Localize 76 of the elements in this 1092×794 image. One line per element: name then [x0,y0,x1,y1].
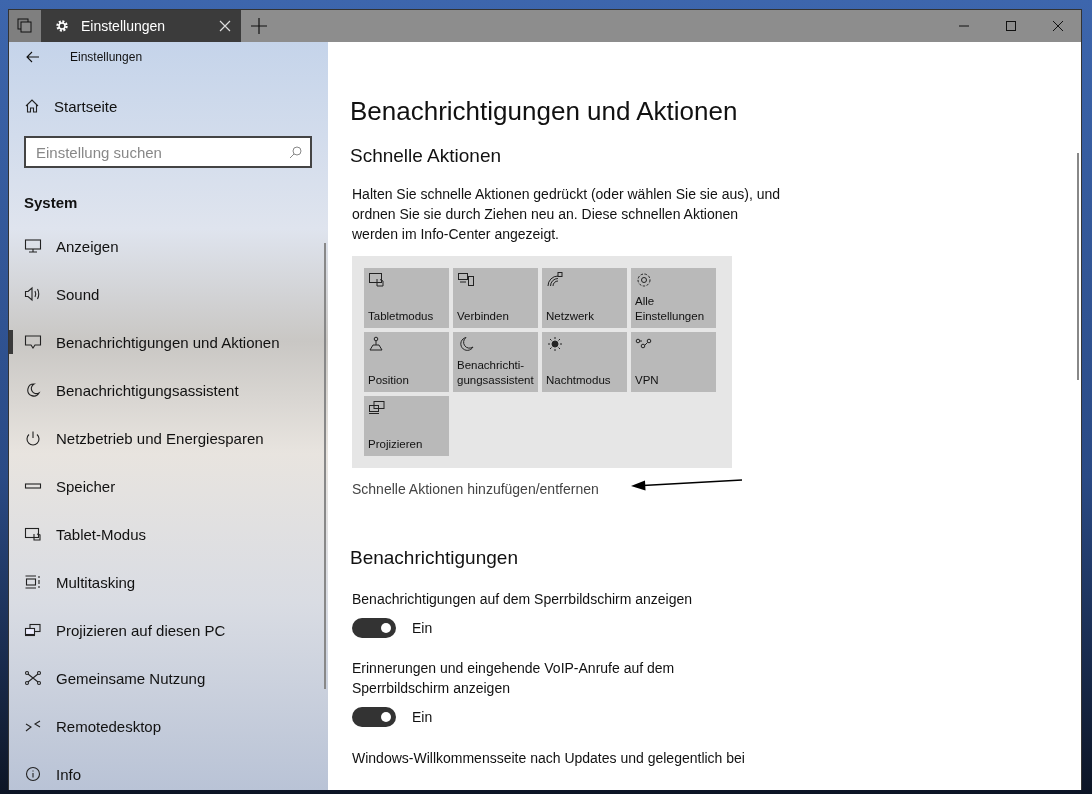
gear-icon [635,272,653,288]
sidebar-item[interactable]: Netzbetrieb und Energiesparen [9,414,328,462]
sidebar-item[interactable]: Projizieren auf diesen PC [9,606,328,654]
projector-icon [24,622,42,638]
info-icon [24,766,42,782]
new-tab-icon[interactable] [251,18,267,34]
speaker-icon [24,286,42,302]
devices-icon [457,272,475,288]
tile-label: Benachrichti- gungsassistent [457,358,535,388]
setting-label: Erinnerungen und eingehende VoIP-Anrufe auf dem Sperrbildschirm anzeigen [352,659,676,698]
gear-icon [55,19,69,33]
message-icon [24,334,42,350]
home-icon [24,98,40,114]
tile-label: Verbinden [457,309,510,324]
search-icon [289,146,302,159]
tile-label: Netzwerk [546,309,595,324]
toggle-state: Ein [412,709,433,725]
brightness-icon [546,336,564,352]
quick-action-tile[interactable]: Netzwerk [542,268,627,328]
quick-action-tile[interactable]: Tabletmodus [364,268,449,328]
multitasking-icon [24,574,42,590]
section-heading: System [23,192,79,213]
tabs-icon [17,18,33,34]
tile-label: VPN [635,373,660,388]
moon-icon [24,382,42,398]
quick-action-tile[interactable]: Verbinden [453,268,538,328]
quick-action-tile[interactable]: Projizieren [364,396,449,456]
home-link[interactable]: Startseite [9,84,328,128]
sidebar-item[interactable]: Benachrichtigungen und Aktionen [9,318,328,366]
setting-label: Benachrichtigungen auf dem Sperrbildschirm anzeigen [352,590,694,609]
setting-label: Windows-Willkommensseite nach Updates und gelegentlich bei [352,749,746,768]
close-icon[interactable] [1052,20,1064,32]
add-remove-link[interactable]: Schnelle Aktionen hinzufügen/entfernen [352,481,599,497]
tablet-icon [24,526,42,542]
sidebar-item[interactable]: Speicher [9,462,328,510]
quick-action-tile[interactable]: Benachrichti- gungsassistent [453,332,538,392]
share-icon [24,670,42,686]
description-text: Halten Sie schnelle Aktionen gedrückt (oder wählen Sie sie aus), und ordnen Sie sie durch Ziehen neu an. Diese schnellen Aktionen werden im Info-Center angezeigt. [352,185,782,244]
sidebar-item[interactable]: Multitasking [9,558,328,606]
page-title: Benachrichtigungen und Aktionen [350,96,739,127]
quick-action-tile[interactable]: Nachtmodus [542,332,627,392]
window-tab[interactable]: Einstellungen [41,10,241,42]
sidebar-item[interactable]: Tablet-Modus [9,510,328,558]
sidebar-item[interactable]: Sound [9,270,328,318]
quick-action-tile[interactable]: Position [364,332,449,392]
tile-label: Alle Einstellungen [635,294,706,324]
tab-title: Einstellungen [81,18,167,34]
tabs-button[interactable] [9,10,41,42]
sidebar-item[interactable]: Benachrichtigungsassistent [9,366,328,414]
moon-icon [457,336,475,352]
app-title: Einstellungen [70,50,143,64]
power-icon [24,430,42,446]
tile-label: Position [368,373,410,388]
remote-icon [24,718,42,734]
sidebar-item[interactable]: Info [9,750,328,790]
location-icon [368,336,386,352]
toggle-switch[interactable] [352,618,396,638]
maximize-icon[interactable] [1005,20,1017,32]
monitor-icon [24,238,42,254]
toggle-switch[interactable] [352,707,396,727]
toggle-state: Ein [412,620,433,636]
back-icon[interactable] [26,51,40,63]
sidebar-item[interactable]: Anzeigen [9,222,328,270]
quick-action-tile[interactable]: VPN [631,332,716,392]
section-heading: Schnelle Aktionen [350,145,503,167]
section-heading: Benachrichtigungen [350,547,519,569]
sidebar-item[interactable]: Gemeinsame Nutzung [9,654,328,702]
tile-label: Projizieren [368,437,424,452]
search-field[interactable]: Einstellung suchen [24,136,312,168]
tablet-icon [368,272,386,288]
tile-label: Tabletmodus [368,309,435,324]
projector-icon [368,400,386,416]
sidebar-item[interactable]: Remotedesktop [9,702,328,750]
tile-label: Nachtmodus [546,373,612,388]
quick-action-tile[interactable]: Alle Einstellungen [631,268,716,328]
wifi-icon [546,272,564,288]
